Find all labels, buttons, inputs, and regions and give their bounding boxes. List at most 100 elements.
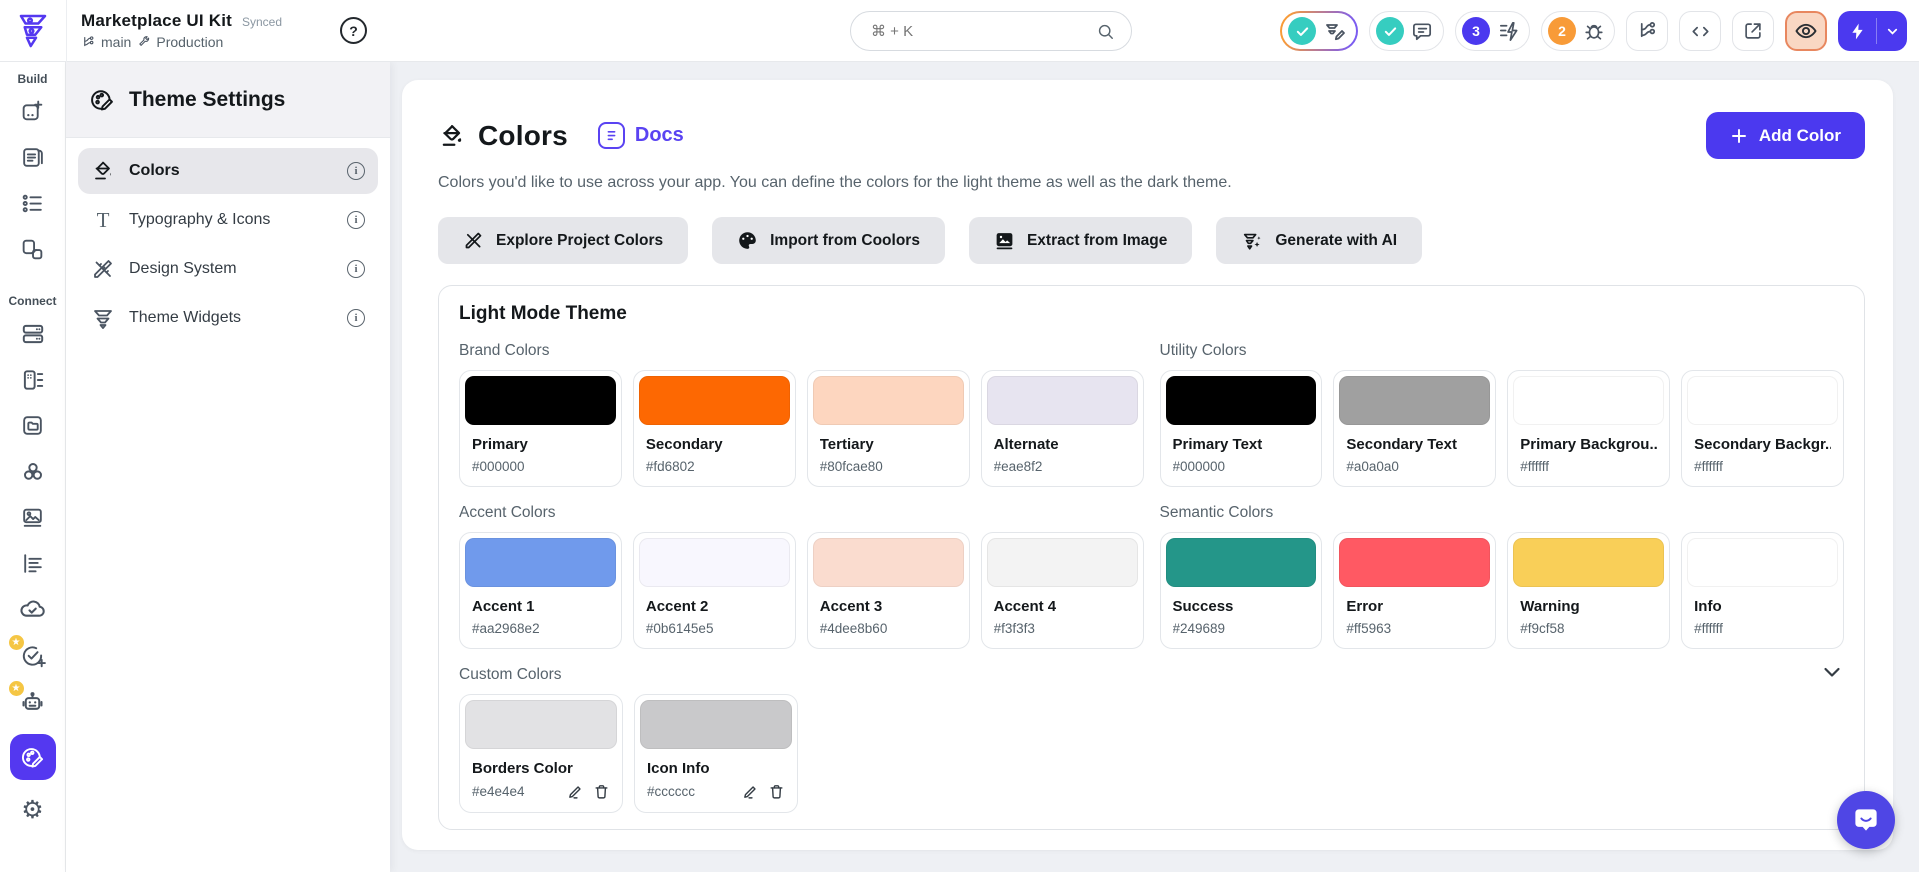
color-group-brand: Brand Colors Primary #000000 Secondary #… (459, 325, 1144, 487)
docs-icon (598, 122, 625, 149)
view-code-button[interactable] (1679, 11, 1721, 51)
color-name: Info (1694, 598, 1831, 615)
comments-pill[interactable] (1369, 11, 1444, 51)
color-actions-row: Explore Project Colors Import from Coolo… (438, 217, 1865, 264)
issues-pill[interactable]: 2 (1541, 11, 1615, 51)
info-icon[interactable]: i (347, 260, 365, 278)
branch-selector[interactable]: main (81, 34, 131, 50)
docs-link[interactable]: Docs (598, 122, 684, 149)
rail-item-components[interactable] (18, 236, 48, 263)
widget-tree-button[interactable] (1626, 11, 1668, 51)
chevron-down-icon (1885, 24, 1900, 39)
rail-item-ai-agent[interactable]: ★ (18, 688, 48, 715)
rail-item-cloud-functions[interactable] (18, 596, 48, 623)
edit-pencil-icon[interactable] (567, 783, 584, 800)
branch-name: main (101, 34, 131, 50)
rail-item-database[interactable] (18, 320, 48, 347)
integrations-icon (20, 459, 46, 485)
color-hex: #4dee8b60 (820, 621, 957, 636)
rail-item-add-widget[interactable] (18, 98, 48, 125)
color-swatch (987, 538, 1138, 587)
rail-item-api[interactable] (18, 366, 48, 393)
issues-count: 2 (1558, 23, 1566, 39)
rail-item-settings[interactable]: ⚙ (18, 796, 48, 823)
check-icon (1383, 24, 1398, 39)
rail-item-theme-settings-active[interactable] (10, 734, 56, 780)
help-button[interactable]: ? (340, 17, 367, 44)
collapse-section-button[interactable] (1820, 660, 1844, 684)
panel-item-typography[interactable]: T Typography & Icons i (78, 197, 378, 243)
import-from-coolors-button[interactable]: Import from Coolors (712, 217, 945, 264)
environment-selector[interactable]: Production (137, 34, 223, 50)
preview-button[interactable] (1785, 11, 1827, 51)
rail-item-approvals[interactable]: ★ (18, 642, 48, 669)
color-card-accent2[interactable]: Accent 2 #0b6145e5 (633, 532, 796, 649)
branch-check-pill[interactable] (1280, 11, 1358, 51)
rail-item-media[interactable] (18, 504, 48, 531)
color-name: Warning (1520, 598, 1657, 615)
search-input[interactable] (871, 23, 1096, 40)
panel-item-theme-widgets[interactable]: Theme Widgets i (78, 295, 378, 341)
share-export-icon (1742, 20, 1764, 42)
color-card-info[interactable]: Info #ffffff (1681, 532, 1844, 649)
panel-item-label: Colors (129, 162, 333, 180)
color-card-borders-color[interactable]: Borders Color #e4e4e4 (459, 694, 623, 813)
color-card-accent3[interactable]: Accent 3 #4dee8b60 (807, 532, 970, 649)
agent-tasks-pill[interactable]: 3 (1455, 11, 1530, 51)
color-swatch (1687, 538, 1838, 587)
add-color-button[interactable]: Add Color (1706, 112, 1865, 159)
color-card-primary-background[interactable]: Primary Backgrou... #ffffff (1507, 370, 1670, 487)
color-card-secondary-text[interactable]: Secondary Text #a0a0a0 (1333, 370, 1496, 487)
color-card-warning[interactable]: Warning #f9cf58 (1507, 532, 1670, 649)
explore-project-colors-button[interactable]: Explore Project Colors (438, 217, 688, 264)
rail-item-pages[interactable] (18, 144, 48, 171)
delete-trash-icon[interactable] (768, 783, 785, 800)
color-card-accent4[interactable]: Accent 4 #f3f3f3 (981, 532, 1144, 649)
color-name: Tertiary (820, 436, 957, 453)
edit-pencil-icon[interactable] (742, 783, 759, 800)
color-swatch (1339, 376, 1490, 425)
main-area: Colors Docs Add Color Colors you'd like … (390, 62, 1919, 872)
rail-item-lists[interactable] (18, 190, 48, 217)
color-card-primary-text[interactable]: Primary Text #000000 (1160, 370, 1323, 487)
panel-title: Theme Settings (129, 88, 285, 112)
rail-item-integrations[interactable] (18, 458, 48, 485)
color-card-success[interactable]: Success #249689 (1160, 532, 1323, 649)
app-logo[interactable] (0, 11, 66, 51)
rail-item-text-content[interactable] (18, 550, 48, 577)
run-button[interactable] (1838, 22, 1876, 41)
page-description: Colors you'd like to use across your app… (438, 174, 1865, 192)
node-tree-icon (1636, 20, 1659, 43)
color-swatch (1513, 538, 1664, 587)
run-options-button[interactable] (1877, 24, 1907, 39)
color-card-accent1[interactable]: Accent 1 #aa2968e2 (459, 532, 622, 649)
environment-name: Production (156, 34, 223, 50)
info-icon[interactable]: i (347, 211, 365, 229)
color-card-secondary[interactable]: Secondary #fd6802 (633, 370, 796, 487)
info-icon[interactable]: i (347, 309, 365, 327)
panel-item-colors[interactable]: Colors i (78, 148, 378, 194)
panel-item-design-system[interactable]: Design System i (78, 246, 378, 292)
open-external-button[interactable] (1732, 11, 1774, 51)
components-icon (20, 237, 45, 262)
image-icon (994, 230, 1015, 251)
color-hex: #cccccc (647, 784, 742, 799)
color-card-secondary-background[interactable]: Secondary Backgr... #ffffff (1681, 370, 1844, 487)
color-card-tertiary[interactable]: Tertiary #80fcae80 (807, 370, 970, 487)
panel-header: Theme Settings (66, 62, 390, 138)
global-search[interactable] (850, 11, 1132, 51)
color-card-icon-info[interactable]: Icon Info #cccccc (634, 694, 798, 813)
color-card-alternate[interactable]: Alternate #eae8f2 (981, 370, 1144, 487)
extract-from-image-button[interactable]: Extract from Image (969, 217, 1192, 264)
color-card-primary[interactable]: Primary #000000 (459, 370, 622, 487)
info-icon[interactable]: i (347, 162, 365, 180)
rail-item-files[interactable] (18, 412, 48, 439)
topbar: Marketplace UI Kit Synced main Productio… (0, 0, 1919, 62)
color-name: Primary Backgrou... (1520, 436, 1657, 453)
color-card-error[interactable]: Error #ff5963 (1333, 532, 1496, 649)
generate-with-ai-button[interactable]: Generate with AI (1216, 217, 1422, 264)
delete-trash-icon[interactable] (593, 783, 610, 800)
support-chat-button[interactable] (1837, 791, 1895, 849)
color-swatch (1166, 376, 1317, 425)
light-mode-theme-section: Light Mode Theme Brand Colors Primary #0… (438, 285, 1865, 830)
